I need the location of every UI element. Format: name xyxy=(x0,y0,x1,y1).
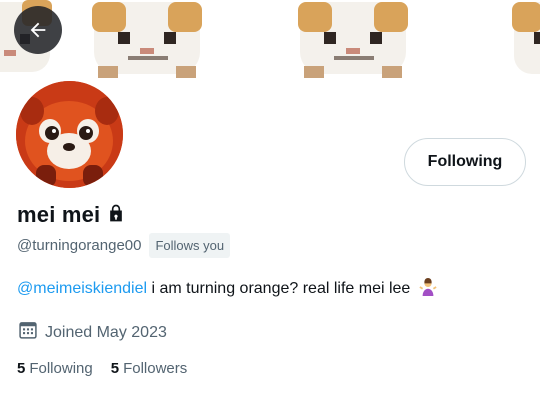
profile-handle: @turningorange00 xyxy=(17,237,142,254)
avatar[interactable] xyxy=(13,78,126,191)
hamster-pixel-art xyxy=(512,2,540,74)
followers-stat[interactable]: 5 Followers xyxy=(111,360,188,377)
lock-icon xyxy=(106,203,126,228)
followers-count: 5 xyxy=(110,360,120,377)
follows-you-badge: Follows you xyxy=(149,233,231,258)
following-stat[interactable]: 5 Following xyxy=(17,360,93,377)
bio-mention-link[interactable]: @meimeiskiendiel xyxy=(17,280,147,297)
following-count: 5 xyxy=(17,360,26,377)
display-name: mei mei xyxy=(17,202,101,227)
joined-row: Joined May 2023 xyxy=(18,320,167,345)
handle-row: @turningorange00 Follows you xyxy=(17,233,231,258)
calendar-icon xyxy=(18,320,38,345)
profile-name-row: mei mei xyxy=(17,202,126,228)
bio-text: i am turning orange? real life mei lee xyxy=(147,280,411,297)
red-panda-avatar xyxy=(16,81,123,188)
follow-stats: 5 Following 5 Followers xyxy=(17,360,187,377)
hamster-pixel-art xyxy=(298,2,408,78)
profile-bio: @meimeiskiendiel i am turning orange? re… xyxy=(17,278,437,301)
hamster-pixel-art xyxy=(92,2,202,78)
person-shrugging-emoji xyxy=(419,278,437,301)
following-button[interactable]: Following xyxy=(404,138,526,186)
following-button-label: Following xyxy=(427,153,503,170)
arrow-left-icon xyxy=(30,22,46,38)
back-button[interactable] xyxy=(14,6,62,54)
following-label: Following xyxy=(29,360,93,377)
followers-label: Followers xyxy=(123,360,188,377)
joined-date: Joined May 2023 xyxy=(45,323,167,341)
